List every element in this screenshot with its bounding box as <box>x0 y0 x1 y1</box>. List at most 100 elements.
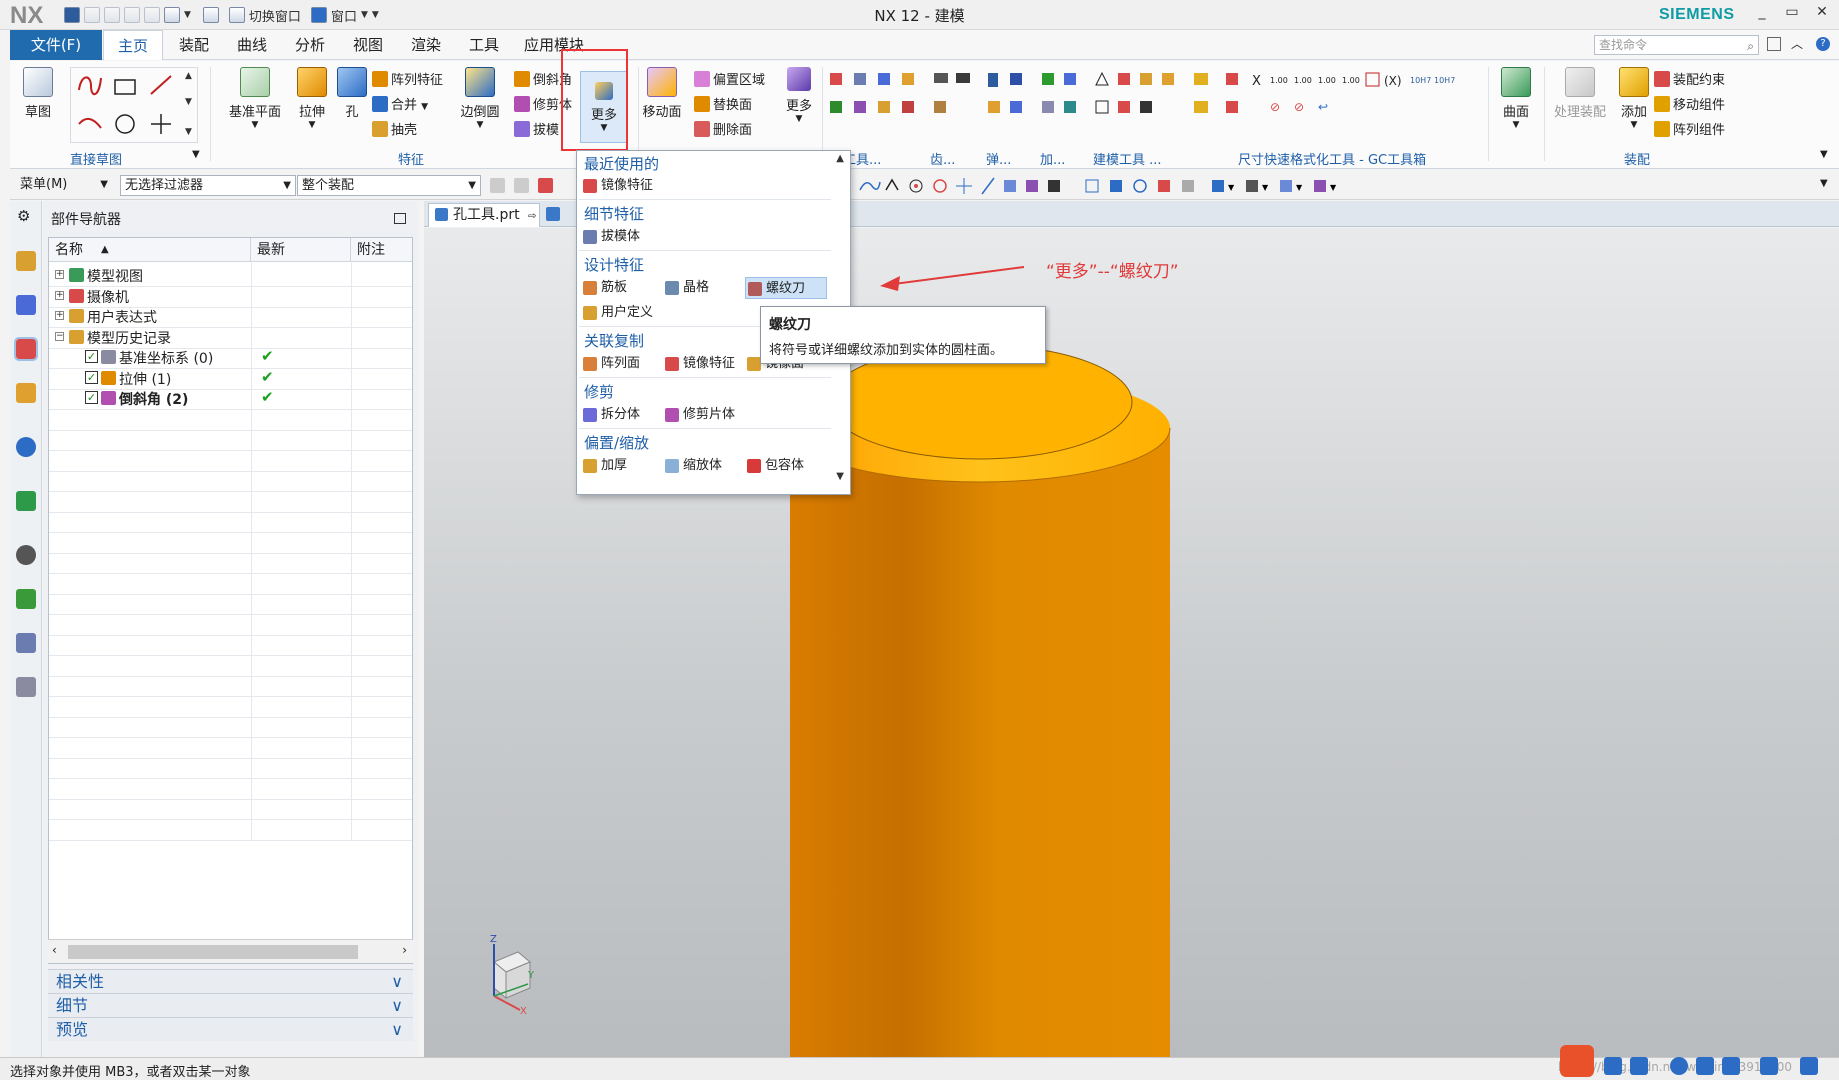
hd3d-tools-icon[interactable] <box>16 437 36 457</box>
reuse-library-icon[interactable] <box>16 383 36 403</box>
roles-icon[interactable] <box>16 677 36 697</box>
menu-item-wrap-body[interactable]: 包容体 <box>745 455 804 477</box>
part-navigator-icon[interactable] <box>14 337 38 361</box>
menu-item-lattice[interactable]: 晶格 <box>663 277 709 299</box>
add-component-button[interactable]: 添加 ▼ <box>1614 67 1654 130</box>
column-header-comment[interactable]: 附注 <box>351 238 412 262</box>
cut-icon[interactable] <box>104 7 120 23</box>
datum-plane-button[interactable]: 基准平面 ▼ <box>220 67 290 130</box>
constraint-navigator-icon[interactable] <box>16 295 36 315</box>
close-button[interactable]: ✕ <box>1810 4 1834 24</box>
menu-item-trim-sheet[interactable]: 修剪片体 <box>663 404 735 426</box>
sketch-button[interactable]: 草图 <box>18 67 58 120</box>
visibility-checkbox[interactable]: ✓ <box>85 370 98 384</box>
part-file-icon[interactable] <box>546 207 560 221</box>
tree-expander-icon[interactable]: + <box>55 270 64 279</box>
tab-tools[interactable]: 工具 <box>456 30 512 60</box>
command-search-input[interactable]: 查找命令 ⌕ <box>1594 35 1759 55</box>
web-browser-icon[interactable] <box>16 491 36 511</box>
type-filter-select[interactable]: 无选择过滤器 ▼ <box>120 175 296 196</box>
document-tab[interactable]: 孔工具.prt ⇨ <box>428 203 540 227</box>
process-studio-icon[interactable] <box>16 633 36 653</box>
selection-scope-select[interactable]: 整个装配 ▼ <box>297 175 481 196</box>
toolbar-options-icon[interactable]: ▼ <box>1820 178 1828 189</box>
tab-analysis[interactable]: 分析 <box>282 30 338 60</box>
scrollbar-thumb[interactable] <box>68 945 358 959</box>
history-icon[interactable] <box>16 545 36 565</box>
customize-qa-icon[interactable]: ▼ <box>372 10 379 20</box>
move-component-button[interactable]: 移动组件 <box>1654 94 1725 113</box>
details-panel[interactable]: 细节 ∨ <box>48 993 413 1017</box>
search-icon[interactable]: ⌕ <box>1747 37 1754 55</box>
scroll-left-icon[interactable]: ‹ <box>52 943 57 957</box>
sync-more-button[interactable]: 更多 ▼ <box>780 67 818 124</box>
microphone-icon[interactable] <box>1696 1057 1714 1075</box>
selection-intent-icon[interactable] <box>538 178 553 193</box>
ribbon-display-icon[interactable] <box>1767 37 1781 51</box>
deselect-icon[interactable] <box>514 178 529 193</box>
tree-expander-icon[interactable]: + <box>55 290 64 300</box>
window-menu-button[interactable]: 窗口 <box>331 6 357 25</box>
tab-assembly[interactable]: 装配 <box>166 30 222 60</box>
extrude-button[interactable]: 拉伸 ▼ <box>292 67 332 130</box>
tab-curve[interactable]: 曲线 <box>224 30 280 60</box>
edge-blend-button[interactable]: 边倒圆 ▼ <box>456 67 504 130</box>
assembly-navigator-icon[interactable] <box>16 251 36 271</box>
ime-chinese-icon[interactable] <box>1604 1057 1622 1075</box>
unite-button[interactable]: 合并 ▼ <box>372 94 428 113</box>
menu-button[interactable]: 菜单(M) ▼ <box>16 175 112 196</box>
preview-panel[interactable]: 预览 ∨ <box>48 1017 413 1041</box>
draft-button[interactable]: 拔模 <box>514 119 559 138</box>
gear-icon[interactable]: ⚙ <box>17 207 30 225</box>
assembly-constraint-button[interactable]: 装配约束 <box>1654 69 1725 88</box>
menu-item-scale-body[interactable]: 缩放体 <box>663 455 722 477</box>
move-face-button[interactable]: 移动面 <box>630 67 694 120</box>
switch-window-button[interactable]: 切换窗口 <box>249 6 301 25</box>
restore-button[interactable]: ▭ <box>1780 4 1804 24</box>
hole-button[interactable]: 孔 <box>335 67 369 120</box>
help-icon[interactable]: ? <box>1816 37 1830 51</box>
menu-item-thicken[interactable]: 加厚 <box>581 455 627 477</box>
scroll-up-icon[interactable]: ▲ <box>836 153 844 164</box>
ime-keyboard-icon[interactable] <box>1760 1057 1778 1075</box>
maximize-icon[interactable] <box>394 213 406 224</box>
tree-expander-icon[interactable]: + <box>55 311 64 320</box>
menu-item-thread-tool[interactable]: 螺纹刀 <box>745 277 827 299</box>
menu-item-mirror-feature-2[interactable]: 镜像特征 <box>663 353 735 375</box>
copy-icon[interactable] <box>124 7 140 23</box>
menu-item-draft-body[interactable]: 拔模体 <box>581 226 640 248</box>
ime-symbol-icon[interactable] <box>1722 1057 1740 1075</box>
save-icon[interactable] <box>64 7 80 23</box>
tab-view[interactable]: 视图 <box>340 30 396 60</box>
scroll-down-icon[interactable]: ▼ <box>836 471 844 482</box>
menu-item-mirror-feature[interactable]: 镜像特征 <box>581 175 653 197</box>
ime-grid-icon[interactable] <box>1800 1057 1818 1075</box>
snap-point-toolbar[interactable]: ▼ ▼ ▼ ▼ <box>856 174 1396 198</box>
ime-emoji-icon[interactable] <box>1670 1057 1688 1075</box>
horizontal-scrollbar[interactable]: ‹ › <box>48 939 413 963</box>
window-icon[interactable] <box>310 7 327 23</box>
surface-button[interactable]: 曲面 ▼ <box>1494 67 1538 130</box>
chevron-down-icon[interactable]: ▼ <box>361 10 368 20</box>
process-assembly-button[interactable]: 处理装配 <box>1548 67 1612 120</box>
repeat-command-icon[interactable] <box>202 7 219 23</box>
column-header-newest[interactable]: 最新 <box>251 238 351 262</box>
scroll-right-icon[interactable]: › <box>402 943 407 957</box>
pattern-component-button[interactable]: 阵列组件 <box>1654 119 1725 138</box>
column-header-name[interactable]: 名称 ▲ <box>49 238 251 262</box>
shell-button[interactable]: 抽壳 <box>372 119 417 138</box>
replace-face-button[interactable]: 替换面 <box>694 94 752 113</box>
paste-icon[interactable] <box>144 7 160 23</box>
tree-expander-icon[interactable]: − <box>55 331 64 341</box>
visibility-checkbox[interactable]: ✓ <box>85 391 98 404</box>
minimize-button[interactable]: _ <box>1750 4 1774 24</box>
collapse-ribbon-icon[interactable]: ︿ <box>1791 35 1803 52</box>
file-menu-tab[interactable]: 文件(F) <box>10 30 102 60</box>
sketch-tools-icons[interactable]: ▲ ▼ ▼ <box>71 68 199 144</box>
system-materials-icon[interactable] <box>16 589 36 609</box>
delete-face-button[interactable]: 删除面 <box>694 119 752 138</box>
offset-region-button[interactable]: 偏置区域 <box>694 69 765 88</box>
menu-item-user-defined[interactable]: 用户定义 <box>581 302 653 324</box>
tool-icon-groups[interactable]: X 1.00 1.00 1.00 1.00 (X) 10H7 10H7 ⊘ ⊘ … <box>824 67 1464 147</box>
chevron-down-icon[interactable]: ▼ <box>184 10 191 20</box>
